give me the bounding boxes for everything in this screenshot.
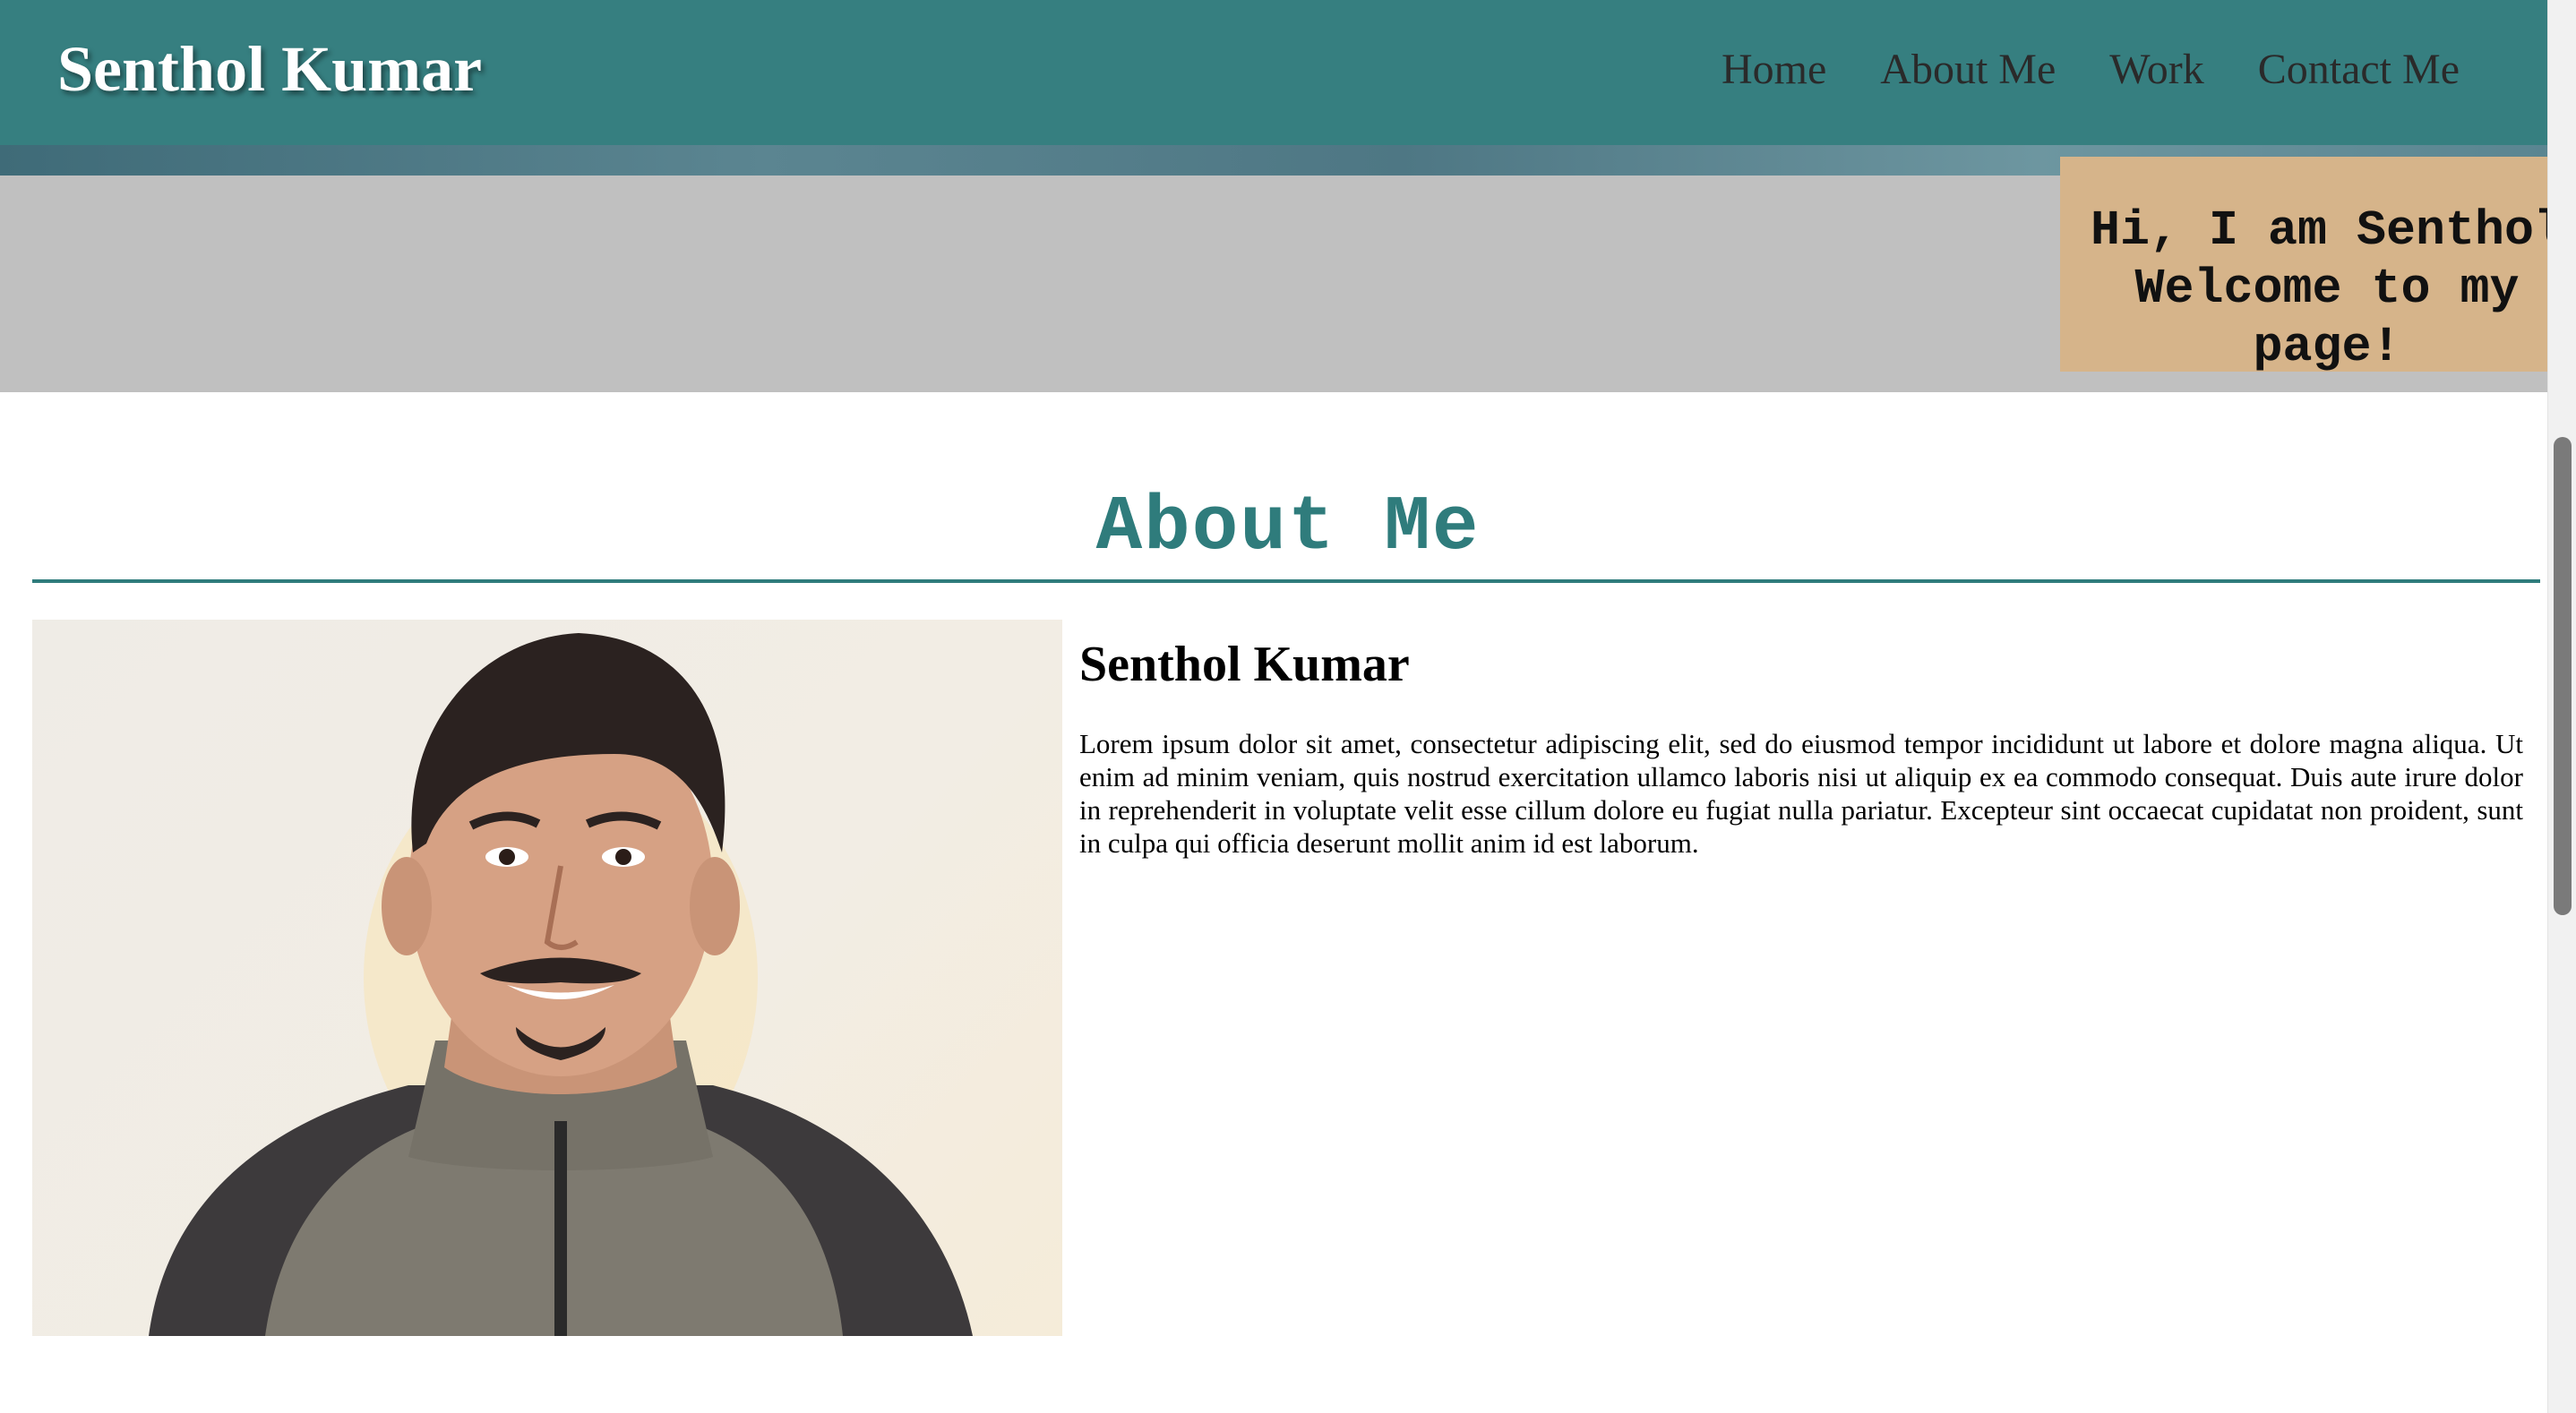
greeting-box: Hi, I am Senthol Welcome to my page! (2060, 157, 2547, 372)
nav-work[interactable]: Work (2109, 45, 2203, 94)
site-brand[interactable]: Senthol Kumar (57, 32, 482, 107)
section-title: About Me (1095, 484, 1481, 571)
nav-contact-me[interactable]: Contact Me (2258, 45, 2460, 94)
page-scrollbar[interactable] (2547, 0, 2576, 1413)
main-nav: Home About Me Work Contact Me (1722, 45, 2460, 94)
navbar: Senthol Kumar Home About Me Work Contact… (0, 0, 2547, 145)
profile-bio: Lorem ipsum dolor sit amet, consectetur … (1079, 728, 2523, 859)
nav-home[interactable]: Home (1722, 45, 1826, 94)
profile-name: Senthol Kumar (1079, 637, 1410, 692)
section-divider (32, 579, 2540, 583)
nav-about-me[interactable]: About Me (1880, 45, 2056, 94)
scrollbar-thumb[interactable] (2554, 437, 2572, 915)
profile-photo-illustration (149, 633, 973, 1336)
profile-photo (32, 620, 1062, 1336)
greeting-text: Hi, I am Senthol Welcome to my page! (2090, 202, 2547, 372)
page: Hi, I am Senthol Welcome to my page! Sen… (0, 0, 2547, 1413)
